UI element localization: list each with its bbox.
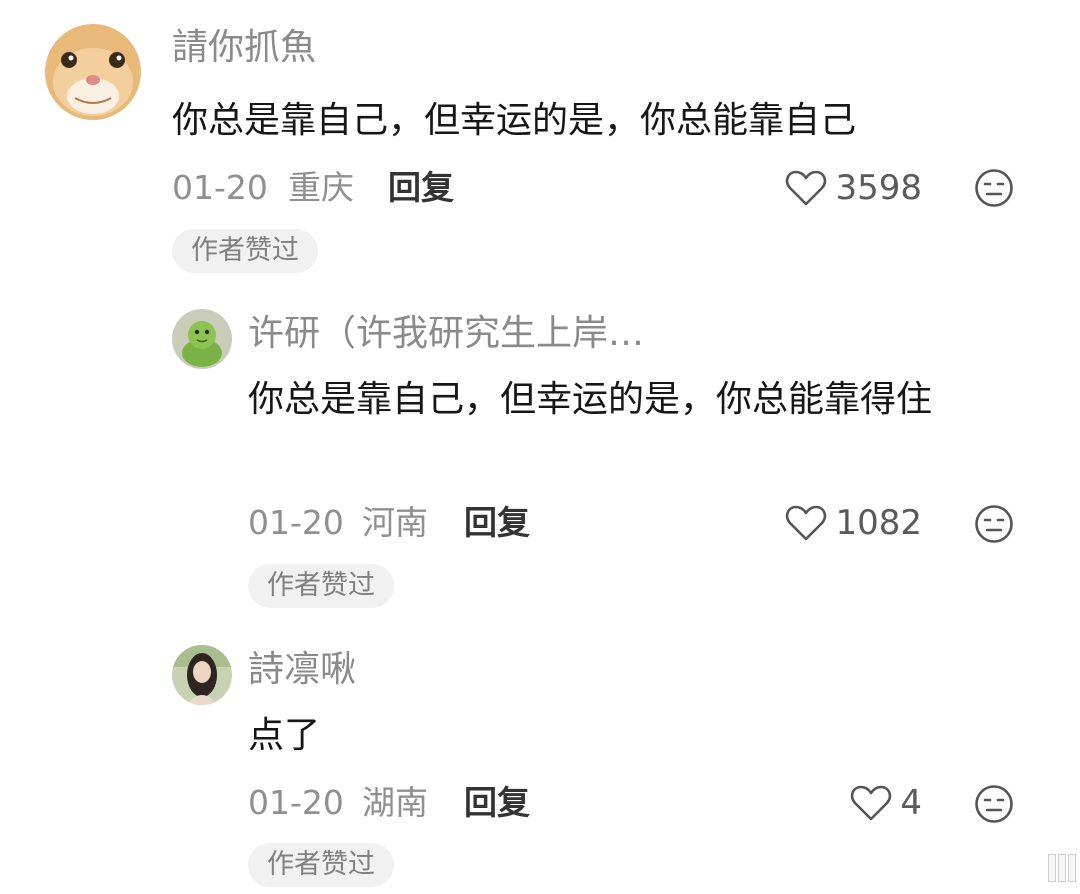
like-button[interactable]: 1082 xyxy=(780,501,922,545)
like-count: 1082 xyxy=(835,503,922,543)
heart-outline-icon xyxy=(851,785,892,821)
comment-location: 河南 xyxy=(362,503,428,542)
reply-button[interactable]: 回复 xyxy=(388,166,454,210)
heart-outline-icon xyxy=(786,505,827,541)
meh-face-icon xyxy=(975,505,1013,543)
dislike-button[interactable] xyxy=(974,168,1014,208)
comment-date: 01-20 xyxy=(248,503,344,542)
meh-face-icon xyxy=(975,785,1013,823)
avatar[interactable] xyxy=(172,309,232,369)
like-button[interactable]: 3598 xyxy=(780,166,922,210)
comment-username[interactable]: 许研（许我研究生上岸… xyxy=(248,310,644,358)
like-count: 4 xyxy=(900,783,922,823)
reply-button[interactable]: 回复 xyxy=(464,501,530,545)
plush-avatar-image xyxy=(172,309,232,369)
comment-location: 湖南 xyxy=(362,783,428,822)
heart-outline-icon xyxy=(786,170,827,206)
comment-text: 点了 xyxy=(248,715,321,756)
comment-date: 01-20 xyxy=(248,783,344,822)
like-count: 3598 xyxy=(835,168,922,208)
comment-location: 重庆 xyxy=(288,168,354,207)
portrait-avatar-image xyxy=(172,645,232,705)
dislike-button[interactable] xyxy=(974,504,1014,544)
comment-text: 你总是靠自己，但幸运的是，你总能靠得住 xyxy=(248,379,933,420)
dislike-button[interactable] xyxy=(974,784,1014,824)
author-liked-badge: 作者赞过 xyxy=(248,843,394,887)
avatar[interactable] xyxy=(172,645,232,705)
comment-date: 01-20 xyxy=(172,168,268,207)
comment-username[interactable]: 詩凛啾 xyxy=(248,646,356,694)
author-liked-badge: 作者赞过 xyxy=(172,229,318,273)
author-liked-badge: 作者赞过 xyxy=(248,564,394,608)
meh-face-icon xyxy=(975,169,1013,207)
like-button[interactable]: 4 xyxy=(780,781,922,825)
comment-username[interactable]: 請你抓魚 xyxy=(172,24,316,72)
cat-avatar-image xyxy=(45,24,141,120)
avatar[interactable] xyxy=(45,24,141,120)
comment-text: 你总是靠自己，但幸运的是，你总能靠自己 xyxy=(172,100,857,141)
watermark-mark xyxy=(1048,854,1076,882)
reply-button[interactable]: 回复 xyxy=(464,781,530,825)
